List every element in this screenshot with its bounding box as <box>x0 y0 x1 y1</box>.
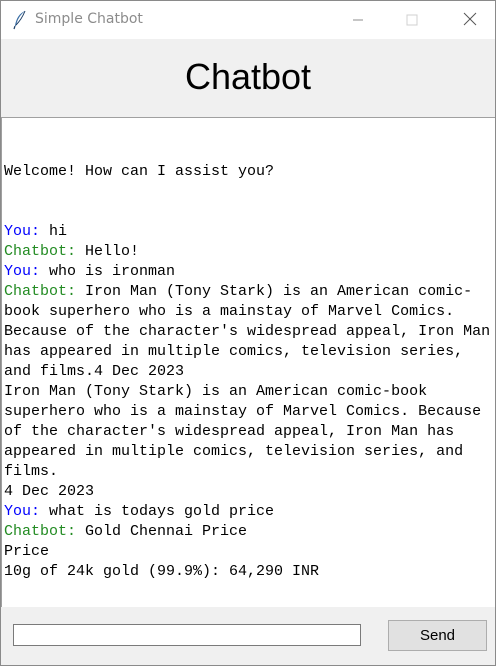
message-text: hi <box>40 223 68 240</box>
message-list: You: hi Chatbot: Hello! You: who is ironma… <box>4 222 495 582</box>
user-label: You: <box>4 503 41 520</box>
message-text: what is todays gold price <box>40 503 275 520</box>
window-title: Simple Chatbot <box>35 11 143 27</box>
chatbot-window: Simple Chatbot Chatbot Welcome! How can … <box>0 0 496 666</box>
chat-message: Chatbot: Hello! <box>4 242 495 262</box>
message-text: Hello! <box>76 243 140 260</box>
maximize-button[interactable] <box>389 1 435 39</box>
user-label: You: <box>4 223 41 240</box>
chat-log[interactable]: Welcome! How can I assist you? You: hi Ch… <box>1 117 495 607</box>
chat-message: You: hi <box>4 222 495 242</box>
message-text: Iron Man (Tony Stark) is an American com… <box>4 283 491 500</box>
close-button[interactable] <box>447 1 493 39</box>
bot-label: Chatbot: <box>4 523 77 540</box>
chat-message: You: who is ironman <box>4 262 495 282</box>
input-bar: Send <box>1 607 495 665</box>
welcome-message: Welcome! How can I assist you? <box>4 163 275 180</box>
minimize-button[interactable] <box>335 1 381 39</box>
header: Chatbot <box>1 39 495 117</box>
feather-icon <box>12 10 28 30</box>
message-text: who is ironman <box>40 263 176 280</box>
chat-message: You: what is todays gold price <box>4 502 495 522</box>
bot-label: Chatbot: <box>4 283 77 300</box>
page-title: Chatbot <box>184 56 312 97</box>
title-bar[interactable]: Simple Chatbot <box>1 1 495 39</box>
user-label: You: <box>4 263 41 280</box>
chat-message: Chatbot: Iron Man (Tony Stark) is an Ame… <box>4 282 495 502</box>
minimize-icon <box>352 11 364 30</box>
maximize-icon <box>406 11 418 30</box>
close-icon <box>463 11 477 30</box>
chat-message: Chatbot: Gold Chennai Price Price 10g of… <box>4 522 495 582</box>
bot-label: Chatbot: <box>4 243 77 260</box>
message-input[interactable] <box>13 624 361 646</box>
send-button[interactable]: Send <box>388 620 487 651</box>
